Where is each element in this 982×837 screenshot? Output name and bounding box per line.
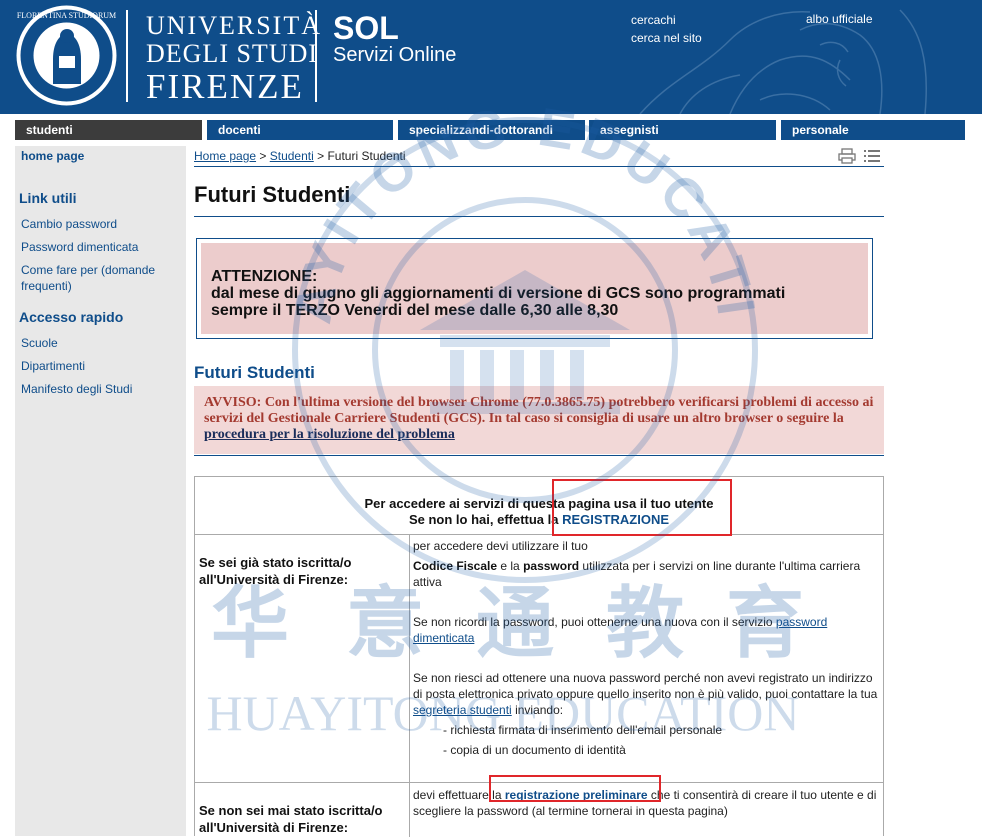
svg-text:FLORENTINA STUDIORUM: FLORENTINA STUDIORUM bbox=[17, 11, 116, 20]
login-header-line2: Se non lo hai, effettua la bbox=[408, 512, 563, 527]
divider bbox=[194, 216, 884, 217]
nav-tab-docenti[interactable]: docenti bbox=[207, 120, 393, 140]
university-line2: DEGLI STUDI bbox=[146, 39, 319, 68]
attention-notice: ATTENZIONE: dal mese di giugno gli aggio… bbox=[196, 238, 873, 339]
university-line1: UNIVERSITÀ bbox=[146, 11, 322, 40]
university-line3: FIRENZE bbox=[146, 67, 304, 106]
page-tools bbox=[838, 148, 881, 164]
attention-line: sempre il TERZO Venerdi del mese dalle 6… bbox=[211, 302, 619, 319]
row1-text: inviando: bbox=[511, 703, 564, 717]
sidebar-item-come-fare-per[interactable]: Come fare per (domande frequenti) bbox=[21, 262, 181, 294]
albo-ufficiale-link[interactable]: albo ufficiale bbox=[806, 12, 873, 26]
row-label-never-enrolled: Se non sei mai stato iscritta/o all'Univ… bbox=[199, 803, 383, 835]
sidebar: home page Link utili Cambio password Pas… bbox=[15, 146, 186, 836]
search-site-link[interactable]: cerca nel sito bbox=[631, 31, 702, 45]
row-content-already-enrolled: per accedere devi utilizzare il tuo Codi… bbox=[413, 538, 879, 758]
highlight-box bbox=[489, 775, 661, 802]
sidebar-item-password-dimenticata[interactable]: Password dimenticata bbox=[21, 239, 181, 255]
attention-line: dal mese di giugno gli aggiornamenti di … bbox=[211, 285, 786, 302]
sidebar-item-scuole[interactable]: Scuole bbox=[21, 335, 181, 351]
divider bbox=[194, 455, 884, 456]
breadcrumb: Home page > Studenti > Futuri Studenti bbox=[194, 149, 406, 163]
row1-text: Se non ricordi la password, puoi ottener… bbox=[413, 615, 776, 629]
list-item: - richiesta firmata di inserimento dell'… bbox=[443, 723, 723, 737]
sidebar-heading-accesso-rapido: Accesso rapido bbox=[19, 309, 124, 325]
row-label-already-enrolled: Se sei già stato iscritta/o all'Universi… bbox=[199, 555, 352, 587]
avviso-text: AVVISO: Con l'ultima versione del browse… bbox=[204, 395, 874, 426]
header-separator bbox=[126, 10, 128, 102]
row1-credentials: Codice Fiscale e la password utilizzata … bbox=[413, 558, 879, 590]
sidebar-item-cambio-password[interactable]: Cambio password bbox=[21, 216, 181, 232]
cercachi-link[interactable]: cercachi bbox=[631, 13, 676, 27]
row1-text: e la bbox=[497, 559, 524, 573]
nav-tab-studenti[interactable]: studenti bbox=[15, 120, 202, 140]
highlight-box bbox=[552, 479, 732, 536]
university-seal-logo: FLORENTINA STUDIORUM bbox=[16, 5, 117, 106]
breadcrumb-separator: > bbox=[313, 149, 328, 163]
breadcrumb-studenti-link[interactable]: Studenti bbox=[270, 149, 314, 163]
risoluzione-problema-link[interactable]: procedura per la risoluzione del problem… bbox=[204, 427, 455, 442]
list-item: - copia di un documento di identità bbox=[443, 743, 626, 757]
sol-title[interactable]: SOL bbox=[333, 10, 399, 47]
university-name[interactable]: UNIVERSITÀ DEGLI STUDI FIRENZE bbox=[146, 12, 322, 106]
login-table-header: Per accedere ai servizi di questa pagina… bbox=[195, 477, 883, 535]
nav-tab-assegnisti[interactable]: assegnisti bbox=[589, 120, 776, 140]
login-header-line1: Per accedere ai servizi di questa pagina… bbox=[364, 496, 714, 511]
row1-text: Se non riesci ad ottenere una nuova pass… bbox=[413, 671, 878, 701]
breadcrumb-current: Futuri Studenti bbox=[327, 149, 406, 163]
segreteria-studenti-link[interactable]: segreteria studenti bbox=[413, 703, 512, 717]
list-view-icon[interactable] bbox=[863, 148, 881, 164]
nav-tab-specializzandi-dottorandi[interactable]: specializzandi-dottorandi bbox=[398, 120, 585, 140]
attention-notice-body: ATTENZIONE: dal mese di giugno gli aggio… bbox=[201, 243, 868, 334]
password-label: password bbox=[523, 559, 580, 573]
table-column-divider bbox=[409, 535, 410, 837]
breadcrumb-home-link[interactable]: Home page bbox=[194, 149, 256, 163]
site-header: FLORENTINA STUDIORUM UNIVERSITÀ DEGLI ST… bbox=[0, 0, 982, 114]
avviso-warning: AVVISO: Con l'ultima versione del browse… bbox=[194, 386, 884, 454]
breadcrumb-separator: > bbox=[256, 149, 270, 163]
section-title: Futuri Studenti bbox=[194, 363, 315, 382]
header-separator bbox=[315, 10, 317, 102]
sidebar-item-manifesto-studi[interactable]: Manifesto degli Studi bbox=[21, 381, 181, 397]
sidebar-item-dipartimenti[interactable]: Dipartimenti bbox=[21, 358, 181, 374]
row1-contact: Se non riesci ad ottenere una nuova pass… bbox=[413, 670, 879, 718]
sidebar-heading-link-utili: Link utili bbox=[19, 190, 77, 206]
sidebar-home-link[interactable]: home page bbox=[21, 149, 84, 163]
divider bbox=[194, 166, 884, 167]
codice-fiscale-label: Codice Fiscale bbox=[413, 559, 498, 573]
nav-tab-personale[interactable]: personale bbox=[781, 120, 965, 140]
attention-heading: ATTENZIONE: bbox=[211, 268, 318, 285]
print-icon[interactable] bbox=[838, 148, 856, 164]
page-title: Futuri Studenti bbox=[194, 182, 351, 207]
row1-intro: per accedere devi utilizzare il tuo bbox=[413, 539, 588, 553]
sol-subtitle: Servizi Online bbox=[333, 44, 457, 66]
row1-forgot: Se non ricordi la password, puoi ottener… bbox=[413, 614, 879, 646]
